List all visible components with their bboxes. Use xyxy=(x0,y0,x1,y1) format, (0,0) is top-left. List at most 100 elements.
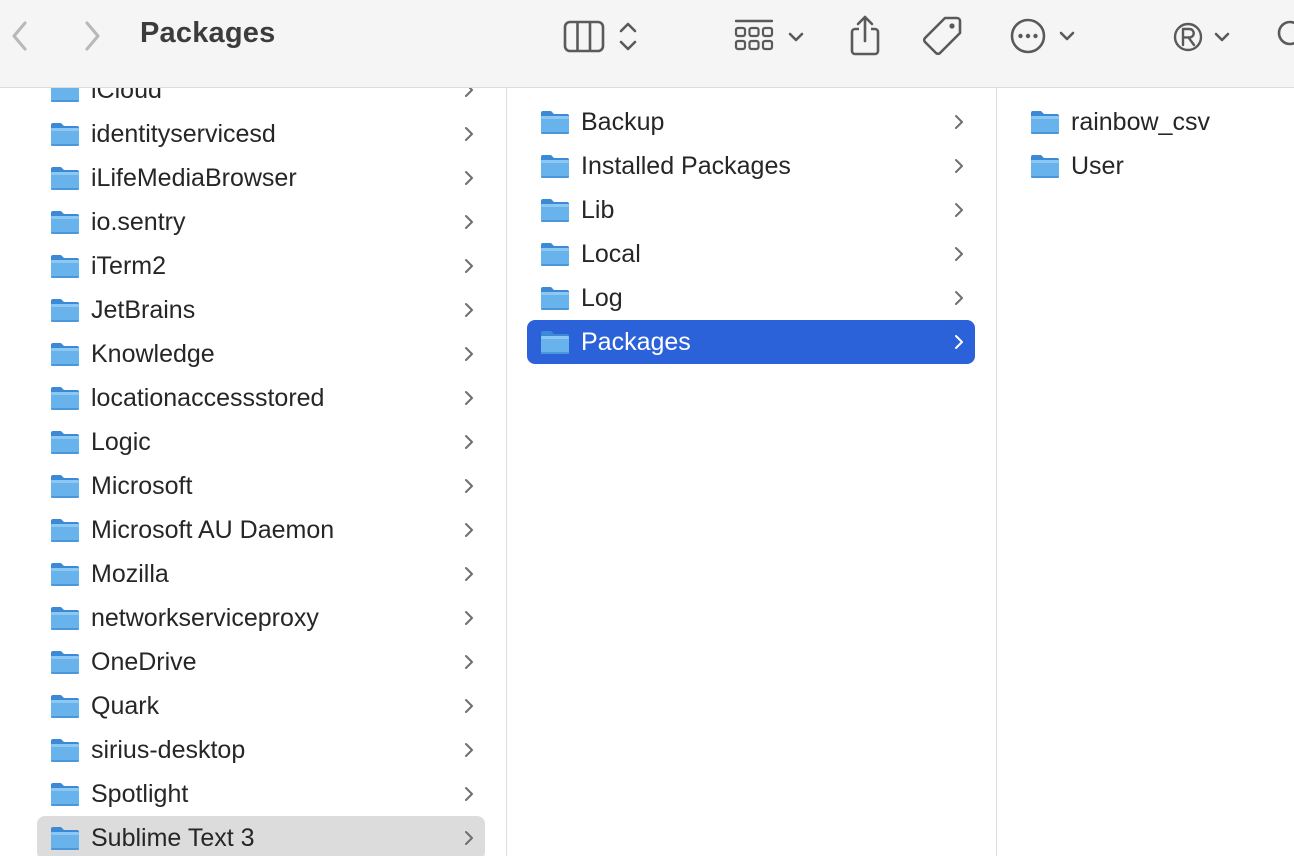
folder-row[interactable]: JetBrains xyxy=(37,288,485,332)
chevron-right-icon xyxy=(955,159,963,173)
folder-row[interactable]: Log xyxy=(527,276,975,320)
folder-icon xyxy=(51,299,79,322)
folder-name: Microsoft AU Daemon xyxy=(91,516,335,544)
folder-name: Packages xyxy=(581,328,691,356)
folder-row[interactable]: Microsoft xyxy=(37,464,485,508)
finder-window: Packages iCloud identityservicesd iLifeM… xyxy=(0,0,1294,856)
folder-row[interactable]: iCloud xyxy=(37,88,485,112)
share-button[interactable] xyxy=(840,10,890,60)
back-button[interactable] xyxy=(0,14,40,58)
folder-name: JetBrains xyxy=(91,296,196,324)
share-icon xyxy=(850,15,880,56)
chevron-right-icon xyxy=(465,611,473,625)
chevron-right-icon xyxy=(465,303,473,317)
folder-name: io.sentry xyxy=(91,208,186,236)
forward-button[interactable] xyxy=(70,14,114,58)
folder-icon xyxy=(51,387,79,410)
chevron-right-icon xyxy=(955,247,963,261)
chevron-right-icon xyxy=(465,259,473,273)
folder-icon xyxy=(51,123,79,146)
folder-name: iTerm2 xyxy=(91,252,167,280)
chevron-right-icon xyxy=(465,391,473,405)
folder-name: Spotlight xyxy=(91,780,189,808)
view-mode-button[interactable] xyxy=(558,12,648,60)
browser-column-1: iCloud identityservicesd iLifeMediaBrowser… xyxy=(0,88,506,856)
folder-icon xyxy=(541,199,569,222)
folder-name: Installed Packages xyxy=(581,152,791,180)
group-by-button[interactable] xyxy=(728,12,812,60)
chevron-right-icon xyxy=(465,699,473,713)
column-view-icon xyxy=(563,20,637,53)
registered-r-icon xyxy=(1173,22,1230,52)
folder-name: User xyxy=(1071,152,1124,180)
icon-grid-group-icon xyxy=(734,19,804,51)
chevron-right-icon xyxy=(465,655,473,669)
folder-name: Local xyxy=(581,240,641,268)
folder-row[interactable]: Installed Packages xyxy=(527,144,975,188)
folder-icon xyxy=(51,739,79,762)
browser-column-3: rainbow_csv User xyxy=(997,88,1294,856)
folder-icon xyxy=(51,167,79,190)
chevron-right-icon xyxy=(465,127,473,141)
browser-column-2: Backup Installed Packages Lib Local Log Packa… xyxy=(507,88,996,856)
more-actions-button[interactable] xyxy=(1004,12,1084,60)
folder-row[interactable]: rainbow_csv xyxy=(1017,100,1287,144)
folder-row[interactable]: networkserviceproxy xyxy=(37,596,485,640)
folder-row[interactable]: User xyxy=(1017,144,1287,188)
folder-row[interactable]: Backup xyxy=(527,100,975,144)
folder-row[interactable]: Quark xyxy=(37,684,485,728)
folder-icon xyxy=(51,343,79,366)
folder-name: OneDrive xyxy=(91,648,197,676)
folder-icon xyxy=(51,88,79,102)
folder-icon xyxy=(51,211,79,234)
folder-icon xyxy=(51,475,79,498)
folder-name: Microsoft xyxy=(91,472,193,500)
folder-row[interactable]: OneDrive xyxy=(37,640,485,684)
chevron-right-icon xyxy=(955,291,963,305)
folder-row[interactable]: locationaccessstored xyxy=(37,376,485,420)
folder-name: rainbow_csv xyxy=(1071,108,1210,136)
chevron-right-icon xyxy=(465,787,473,801)
search-button[interactable] xyxy=(1268,12,1294,60)
chevron-right-icon xyxy=(955,335,963,349)
extension-button[interactable] xyxy=(1166,12,1238,60)
folder-icon xyxy=(51,431,79,454)
folder-row[interactable]: Local xyxy=(527,232,975,276)
folder-row[interactable]: Sublime Text 3 xyxy=(37,816,485,856)
folder-row[interactable]: sirius-desktop xyxy=(37,728,485,772)
ellipsis-circle-icon xyxy=(1010,18,1075,54)
folder-row[interactable]: Microsoft AU Daemon xyxy=(37,508,485,552)
folder-row[interactable]: iTerm2 xyxy=(37,244,485,288)
chevron-right-icon xyxy=(955,115,963,129)
folder-row[interactable]: Mozilla xyxy=(37,552,485,596)
chevron-right-icon xyxy=(85,21,100,51)
tags-button[interactable] xyxy=(918,10,968,60)
toolbar: Packages xyxy=(0,0,1294,88)
folder-icon xyxy=(51,695,79,718)
window-title: Packages xyxy=(140,17,276,49)
folder-icon xyxy=(51,783,79,806)
folder-row[interactable]: Logic xyxy=(37,420,485,464)
folder-row[interactable]: iLifeMediaBrowser xyxy=(37,156,485,200)
chevron-right-icon xyxy=(465,523,473,537)
folder-icon xyxy=(51,651,79,674)
folder-name: Logic xyxy=(91,428,151,456)
folder-name: Lib xyxy=(581,196,615,224)
folder-row[interactable]: io.sentry xyxy=(37,200,485,244)
folder-icon xyxy=(541,155,569,178)
folder-row[interactable]: Packages xyxy=(527,320,975,364)
folder-name: iLifeMediaBrowser xyxy=(91,164,297,192)
folder-row[interactable]: identityservicesd xyxy=(37,112,485,156)
folder-name: Sublime Text 3 xyxy=(91,824,255,852)
folder-row[interactable]: Lib xyxy=(527,188,975,232)
folder-name: Log xyxy=(581,284,623,312)
folder-icon xyxy=(1031,155,1059,178)
folder-row[interactable]: Spotlight xyxy=(37,772,485,816)
chevron-right-icon xyxy=(465,215,473,229)
chevron-right-icon xyxy=(465,743,473,757)
folder-icon xyxy=(541,331,569,354)
folder-row[interactable]: Knowledge xyxy=(37,332,485,376)
chevron-right-icon xyxy=(465,567,473,581)
chevron-right-icon xyxy=(465,88,473,97)
chevron-left-icon xyxy=(12,21,27,51)
